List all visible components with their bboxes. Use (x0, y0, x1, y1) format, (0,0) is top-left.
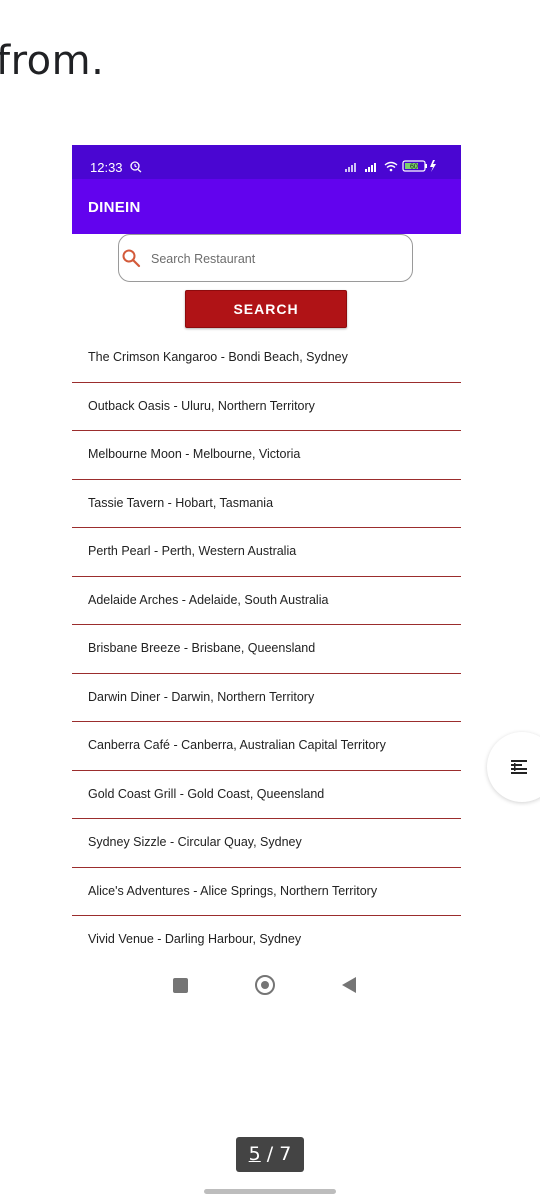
list-item[interactable]: Sydney Sizzle - Circular Quay, Sydney (72, 819, 461, 868)
restaurant-name: Vivid Venue - Darling Harbour, Sydney (88, 932, 302, 946)
list-item[interactable]: Outback Oasis - Uluru, Northern Territor… (72, 383, 461, 431)
back-icon[interactable] (342, 977, 356, 993)
charging-icon (430, 160, 436, 172)
list-item[interactable]: Gold Coast Grill - Gold Coast, Queenslan… (72, 771, 461, 819)
status-time: 12:33 (90, 160, 123, 175)
restaurant-name: Adelaide Arches - Adelaide, South Austra… (88, 592, 329, 607)
svg-text:60: 60 (410, 164, 418, 171)
wifi-icon (384, 161, 398, 172)
recent-apps-icon[interactable] (173, 978, 188, 993)
restaurant-name: Darwin Diner - Darwin, Northern Territor… (88, 689, 315, 704)
document-text-fragment: from. (0, 38, 105, 84)
list-item[interactable]: The Crimson Kangaroo - Bondi Beach, Sydn… (72, 334, 461, 383)
list-item[interactable]: Vivid Venue - Darling Harbour, Sydney (72, 916, 461, 965)
restaurant-name: Melbourne Moon - Melbourne, Victoria (88, 447, 301, 461)
restaurant-name: Canberra Café - Canberra, Australian Cap… (88, 738, 386, 752)
restaurant-name: The Crimson Kangaroo - Bondi Beach, Sydn… (88, 350, 348, 364)
search-field[interactable] (118, 234, 413, 282)
restaurant-name: Perth Pearl - Perth, Western Australia (88, 544, 297, 558)
restaurant-list: The Crimson Kangaroo - Bondi Beach, Sydn… (72, 334, 461, 965)
list-item[interactable]: Tassie Tavern - Hobart, Tasmania (72, 480, 461, 528)
restaurant-name: Tassie Tavern - Hobart, Tasmania (88, 495, 274, 510)
search-icon (122, 249, 141, 268)
battery-icon: 60 (402, 160, 427, 172)
signal-icon (345, 163, 376, 172)
alarm-icon (130, 161, 142, 173)
page-current: 5 (248, 1143, 261, 1165)
list-item[interactable]: Brisbane Breeze - Brisbane, Queensland (72, 625, 461, 674)
list-view-icon (511, 760, 527, 774)
page-separator: / (260, 1143, 280, 1165)
restaurant-name: Sydney Sizzle - Circular Quay, Sydney (88, 835, 302, 849)
search-input[interactable] (151, 248, 401, 270)
restaurant-name: Alice's Adventures - Alice Springs, Nort… (88, 883, 378, 898)
app-title: DINEIN (88, 199, 141, 216)
restaurant-name: Gold Coast Grill - Gold Coast, Queenslan… (88, 786, 325, 801)
restaurant-name: Brisbane Breeze - Brisbane, Queensland (88, 641, 316, 655)
gesture-handle[interactable] (204, 1189, 336, 1194)
page-total: 7 (279, 1143, 292, 1165)
list-item[interactable]: Melbourne Moon - Melbourne, Victoria (72, 431, 461, 480)
app-bar: DINEIN (72, 179, 461, 234)
navigation-bar (72, 973, 461, 999)
page-counter: 5 / 7 (236, 1137, 304, 1172)
search-button[interactable]: SEARCH (185, 290, 347, 328)
list-item[interactable]: Adelaide Arches - Adelaide, South Austra… (72, 577, 461, 625)
app-screenshot: 12:33 60 DINEIN Search Restaurant SEARCH… (72, 145, 461, 1010)
list-item[interactable]: Canberra Café - Canberra, Australian Cap… (72, 722, 461, 771)
home-icon[interactable] (255, 975, 275, 995)
status-icons: 60 (345, 160, 436, 172)
list-item[interactable]: Perth Pearl - Perth, Western Australia (72, 528, 461, 577)
status-bar: 12:33 60 (72, 145, 461, 179)
reader-view-button[interactable] (487, 732, 540, 802)
list-item[interactable]: Darwin Diner - Darwin, Northern Territor… (72, 674, 461, 722)
list-item[interactable]: Alice's Adventures - Alice Springs, Nort… (72, 868, 461, 916)
restaurant-name: Outback Oasis - Uluru, Northern Territor… (88, 398, 315, 413)
